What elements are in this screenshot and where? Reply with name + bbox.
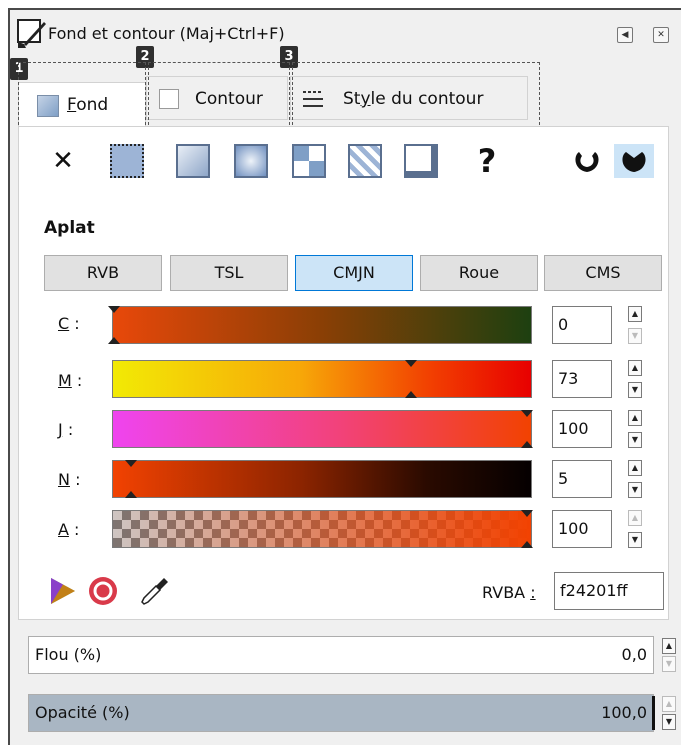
blur-field[interactable]: Flou (%) 0,0 <box>28 636 654 674</box>
section-label: Aplat <box>44 218 95 238</box>
no-paint-button[interactable]: ✕ <box>46 144 80 178</box>
channel-c-stepper[interactable]: ▲ ▼ <box>628 306 642 350</box>
mode-cmjn-button[interactable]: CMJN <box>295 255 413 291</box>
channel-n-input[interactable]: 5 <box>552 460 612 498</box>
channel-a-marker-bottom <box>521 541 533 548</box>
channel-a-stepper[interactable]: ▲ ▼ <box>628 510 642 554</box>
channel-m-label: M : <box>58 371 83 390</box>
pattern-button[interactable] <box>348 144 382 178</box>
mesh-gradient-button[interactable] <box>292 144 326 178</box>
channel-a-input[interactable]: 100 <box>552 510 612 548</box>
radial-gradient-button[interactable] <box>234 144 268 178</box>
channel-a-label: A : <box>58 520 80 539</box>
mode-tsl-button[interactable]: TSL <box>170 255 288 291</box>
fill-rule-evenodd-icon <box>575 152 599 172</box>
channel-c-marker-bottom <box>108 337 120 344</box>
dock-button[interactable]: ◀ <box>617 27 633 43</box>
channel-j-label: J : <box>58 420 74 439</box>
nonzero-button[interactable] <box>614 144 654 178</box>
highlight-contour <box>148 62 290 130</box>
opacity-up: ▲ <box>662 696 676 712</box>
channel-n-marker-bottom <box>125 491 137 498</box>
channel-n-label: N : <box>58 470 81 489</box>
blur-down: ▼ <box>662 656 676 672</box>
rgba-label: RVBA : <box>482 583 536 602</box>
channel-j-input[interactable]: 100 <box>552 410 612 448</box>
linear-gradient-button[interactable] <box>176 144 210 178</box>
opacity-label: Opacité (%) <box>35 703 130 722</box>
color-managed-icon[interactable] <box>46 574 80 608</box>
channel-a-marker-top <box>521 510 533 517</box>
fill-stroke-icon <box>17 19 46 48</box>
channel-m-marker-top <box>405 360 417 367</box>
channel-c-marker-top <box>108 306 120 313</box>
out-of-gamut-icon[interactable] <box>86 574 120 608</box>
evenodd-icon[interactable] <box>570 144 604 178</box>
channel-m-slider[interactable] <box>112 360 532 398</box>
channel-c-label: C : <box>58 314 80 333</box>
opacity-stepper[interactable]: ▲ ▼ <box>662 696 676 736</box>
rgba-input[interactable]: f24201ff <box>554 572 664 610</box>
channel-n-slider[interactable] <box>112 460 532 498</box>
flat-color-button[interactable] <box>110 144 144 178</box>
color-picker-icon[interactable] <box>138 574 172 608</box>
mode-cms-button[interactable]: CMS <box>544 255 662 291</box>
unset-button[interactable]: ? <box>470 144 504 178</box>
close-button[interactable]: ✕ <box>653 27 669 43</box>
channel-n-stepper[interactable]: ▲ ▼ <box>628 460 642 504</box>
opacity-field[interactable]: Opacité (%) 100,0 <box>28 694 654 732</box>
swatch-button[interactable] <box>404 144 438 178</box>
channel-n-marker-top <box>125 460 137 467</box>
highlight-fond <box>18 62 146 130</box>
opacity-cursor <box>652 696 655 730</box>
channel-c-input[interactable]: 0 <box>552 306 612 344</box>
channel-j-stepper[interactable]: ▲ ▼ <box>628 410 642 454</box>
channel-m-input[interactable]: 73 <box>552 360 612 398</box>
channel-j-marker-bottom <box>521 441 533 448</box>
mode-rvb-button[interactable]: RVB <box>44 255 162 291</box>
channel-a-slider[interactable] <box>112 510 532 548</box>
channel-c-down: ▼ <box>628 328 642 344</box>
channel-a-up: ▲ <box>628 510 642 526</box>
mode-roue-button[interactable]: Roue <box>420 255 538 291</box>
fill-rule-nonzero-icon <box>622 152 646 172</box>
blur-stepper[interactable]: ▲ ▼ <box>662 638 676 678</box>
channel-m-stepper[interactable]: ▲ ▼ <box>628 360 642 404</box>
channel-m-marker-bottom <box>405 391 417 398</box>
opacity-value: 100,0 <box>601 703 647 722</box>
channel-c-slider[interactable] <box>112 306 532 344</box>
blur-value: 0,0 <box>621 645 647 664</box>
channel-j-slider[interactable] <box>112 410 532 448</box>
highlight-style <box>292 62 540 130</box>
channel-j-marker-top <box>521 410 533 417</box>
dialog-title: Fond et contour (Maj+Ctrl+F) <box>48 24 285 43</box>
blur-label: Flou (%) <box>35 645 102 664</box>
